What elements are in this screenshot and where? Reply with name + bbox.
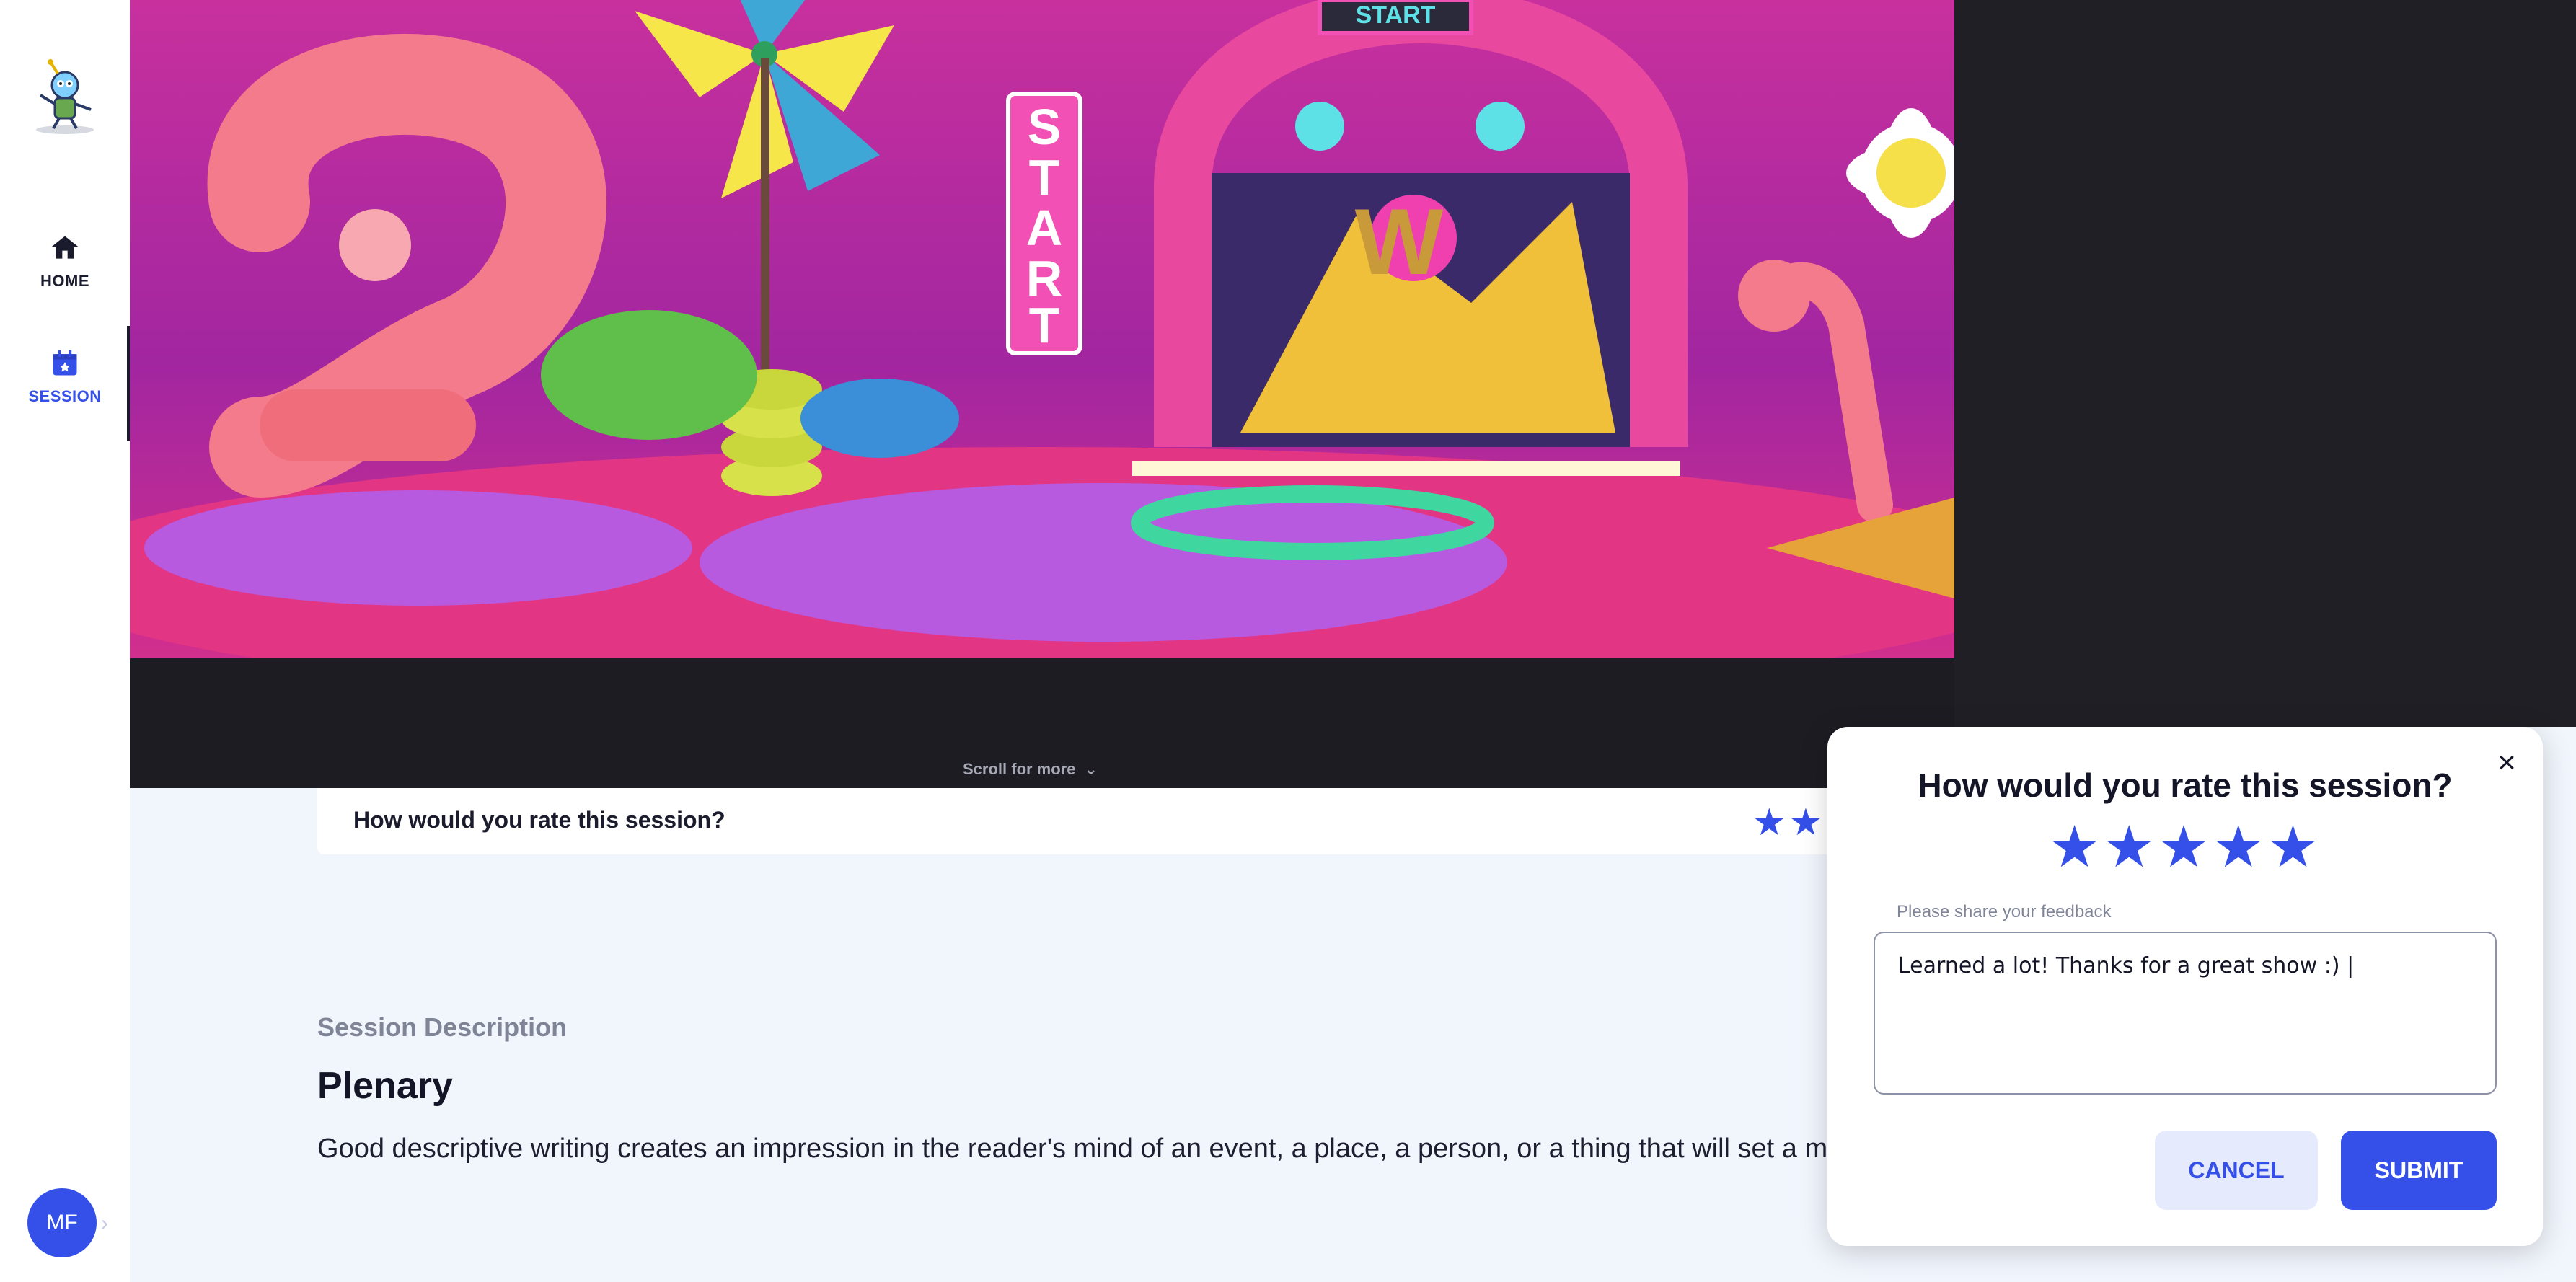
star-icon[interactable]: ★ [2213, 815, 2267, 879]
cancel-button[interactable]: CANCEL [2155, 1131, 2318, 1210]
feedback-label: Please share your feedback [1897, 902, 2112, 921]
sidebar-item-home[interactable]: HOME [0, 232, 130, 291]
sidebar-item-label: HOME [40, 272, 89, 290]
svg-text:S: S [1028, 99, 1062, 155]
submit-button[interactable]: SUBMIT [2341, 1131, 2497, 1210]
calendar-icon [49, 350, 81, 382]
sidebar-item-label: SESSION [28, 387, 102, 405]
svg-text:W: W [1355, 189, 1444, 294]
star-icon[interactable]: ★ [1752, 802, 1789, 844]
star-icon[interactable]: ★ [2267, 815, 2322, 879]
svg-text:A: A [1026, 200, 1063, 256]
rating-bar: How would you rate this session? ★★ [317, 788, 1889, 854]
modal-title: How would you rate this session? [1918, 766, 2453, 804]
session-description: Good descriptive writing creates an impr… [317, 1133, 1828, 1164]
star-icon[interactable]: ★ [1789, 802, 1826, 844]
star-icon[interactable]: ★ [2158, 815, 2213, 879]
svg-text:T: T [1029, 297, 1060, 353]
video-sidebar-panel [1954, 0, 2576, 727]
home-icon [49, 236, 81, 267]
scroll-hint[interactable]: Scroll for more ⌄ [963, 760, 1098, 779]
section-label: Session Description [317, 1012, 568, 1042]
app-logo [29, 58, 101, 137]
avatar[interactable]: MF [27, 1188, 97, 1257]
star-icon[interactable]: ★ [2103, 815, 2158, 879]
chevron-right-icon[interactable]: › [101, 1211, 108, 1236]
feedback-textarea[interactable]: Learned a lot! Thanks for a great show :… [1874, 932, 2497, 1095]
chevron-down-icon: ⌄ [1084, 760, 1098, 778]
scroll-hint-text: Scroll for more [963, 760, 1076, 778]
video-frame: S T A R T W START [130, 0, 1954, 658]
star-rating[interactable]: ★★★★★ [1827, 813, 2543, 880]
session-title: Plenary [317, 1065, 453, 1107]
svg-text:T: T [1029, 149, 1060, 205]
sidebar-item-session[interactable]: SESSION [0, 348, 130, 406]
svg-text:START: START [1356, 1, 1436, 29]
rating-modal: × How would you rate this session? ★★★★★… [1827, 727, 2543, 1246]
sidebar: HOME SESSION MF [0, 0, 130, 1282]
star-icon[interactable]: ★ [2049, 815, 2104, 879]
rating-bar-stars[interactable]: ★★ [1752, 801, 1825, 844]
rating-bar-title: How would you rate this session? [353, 807, 725, 833]
video-player[interactable]: S T A R T W START [130, 0, 1954, 658]
